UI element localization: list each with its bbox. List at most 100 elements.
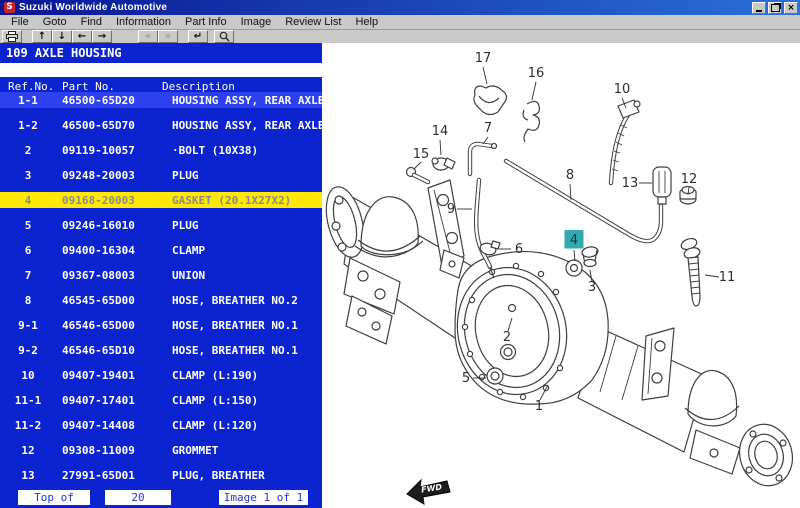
- table-row[interactable]: 9-1 46546-65D00 HOSE, BREATHER NO.1: [0, 317, 322, 333]
- menu-item-image[interactable]: Image: [234, 16, 279, 28]
- table-row[interactable]: 8 46545-65D00 HOSE, BREATHER NO.2: [0, 292, 322, 308]
- cell-part-no: 09248-20003: [62, 169, 172, 182]
- cell-description: CLAMP: [172, 244, 205, 257]
- cell-description: HOUSING ASSY, REAR AXLE: [172, 94, 322, 107]
- zoom-button[interactable]: [214, 30, 234, 43]
- cell-ref-no: 1-2: [0, 119, 56, 132]
- cell-description: GROMMET: [172, 444, 218, 457]
- diagram-callout-11[interactable]: 11: [719, 270, 736, 285]
- prev-page-button[interactable]: «: [138, 30, 158, 43]
- close-button[interactable]: ×: [784, 2, 798, 14]
- cell-part-no: 46545-65D00: [62, 294, 172, 307]
- table-row[interactable]: 12 09308-11009 GROMMET: [0, 442, 322, 458]
- cell-part-no: 09400-16304: [62, 244, 172, 257]
- diagram-callout-16[interactable]: 16: [528, 66, 545, 81]
- menu-item-review-list[interactable]: Review List: [278, 16, 348, 28]
- cell-part-no: 27991-65D01: [62, 469, 172, 482]
- restore-icon: [771, 4, 780, 12]
- column-headers: Ref.No. Part No. Description: [0, 80, 322, 92]
- diagram-callout-9[interactable]: 9: [447, 202, 455, 217]
- cell-ref-no: 8: [0, 294, 56, 307]
- left-arrow-icon: ←: [78, 31, 86, 42]
- app-window: S Suzuki Worldwide Automotive × FileGoto…: [0, 0, 800, 508]
- axle-housing-drawing: FWD: [322, 86, 800, 504]
- down-button[interactable]: ↓: [52, 30, 72, 43]
- table-row[interactable]: 4 09168-20003 GASKET (20.1X27X2): [0, 192, 322, 208]
- up-button[interactable]: ↑: [32, 30, 52, 43]
- diagram-callout-10[interactable]: 10: [614, 82, 631, 97]
- app-logo-icon[interactable]: S: [4, 2, 15, 13]
- cell-description: HOSE, BREATHER NO.1: [172, 344, 298, 357]
- cell-ref-no: 10: [0, 369, 56, 382]
- table-row[interactable]: 1-2 46500-65D70 HOUSING ASSY, REAR AXLE: [0, 117, 322, 133]
- parts-list-panel: 109 AXLE HOUSING Ref.No. Part No. Descri…: [0, 43, 322, 508]
- menu-item-help[interactable]: Help: [348, 16, 385, 28]
- diagram-callout-13[interactable]: 13: [622, 176, 639, 191]
- diagram-callout-3[interactable]: 3: [588, 280, 596, 295]
- enter-button[interactable]: ↵: [188, 30, 208, 43]
- cell-ref-no: 7: [0, 269, 56, 282]
- menu-item-file[interactable]: File: [4, 16, 36, 28]
- restore-button[interactable]: [768, 2, 782, 14]
- status-image-count: Image 1 of 1: [219, 490, 308, 505]
- window-title: Suzuki Worldwide Automotive: [19, 2, 752, 13]
- table-row[interactable]: 11-1 09407-17401 CLAMP (L:150): [0, 392, 322, 408]
- cell-description: HOSE, BREATHER NO.2: [172, 294, 298, 307]
- table-row[interactable]: 11-2 09407-14408 CLAMP (L:120): [0, 417, 322, 433]
- status-position: Top of List: [18, 490, 90, 505]
- table-row[interactable]: 13 27991-65D01 PLUG, BREATHER: [0, 467, 322, 483]
- header-separator: [0, 63, 322, 77]
- table-row[interactable]: 3 09248-20003 PLUG: [0, 167, 322, 183]
- diagram-callout-14[interactable]: 14: [432, 124, 449, 139]
- forward-button[interactable]: →: [92, 30, 112, 43]
- cell-description: CLAMP (L:120): [172, 419, 258, 432]
- table-row[interactable]: 9-2 46546-65D10 HOSE, BREATHER NO.1: [0, 342, 322, 358]
- close-icon: ×: [787, 3, 795, 13]
- print-button[interactable]: [2, 30, 22, 43]
- cell-ref-no: 9-2: [0, 344, 56, 357]
- cell-ref-no: 13: [0, 469, 56, 482]
- diagram-callout-6[interactable]: 6: [515, 242, 523, 257]
- status-bar: Top of List 20 Records Image 1 of 1: [0, 490, 322, 505]
- table-row[interactable]: 2 09119-10057 ·BOLT (10X38): [0, 142, 322, 158]
- table-row[interactable]: 10 09407-19401 CLAMP (L:190): [0, 367, 322, 383]
- diagram-callout-1[interactable]: 1: [535, 399, 543, 414]
- menu-item-part-info[interactable]: Part Info: [178, 16, 234, 28]
- diagram-callout-2[interactable]: 2: [503, 330, 511, 345]
- minimize-button[interactable]: [752, 2, 766, 14]
- menu-item-information[interactable]: Information: [109, 16, 178, 28]
- diagram-callout-7[interactable]: 7: [484, 121, 492, 136]
- cell-description: UNION: [172, 269, 205, 282]
- table-row[interactable]: 6 09400-16304 CLAMP: [0, 242, 322, 258]
- axle-housing-diagram: FWD 1716141579108131264311512: [322, 43, 800, 508]
- menu-item-find[interactable]: Find: [74, 16, 109, 28]
- parts-list-title: 109 AXLE HOUSING: [6, 46, 122, 60]
- minimize-icon: [756, 10, 762, 12]
- table-row[interactable]: 1-1 46500-65D20 HOUSING ASSY, REAR AXLE: [0, 92, 322, 108]
- diagram-callout-17[interactable]: 17: [475, 51, 492, 66]
- cell-part-no: 09168-20003: [62, 194, 172, 207]
- double-chevron-right-icon: »: [165, 31, 171, 42]
- cell-description: PLUG: [172, 169, 199, 182]
- status-records: 20 Records: [105, 490, 171, 505]
- cell-ref-no: 12: [0, 444, 56, 457]
- diagram-callout-5[interactable]: 5: [462, 371, 470, 386]
- menu-item-goto[interactable]: Goto: [36, 16, 74, 28]
- diagram-callout-12[interactable]: 12: [681, 172, 698, 187]
- back-button[interactable]: ←: [72, 30, 92, 43]
- cell-part-no: 46546-65D00: [62, 319, 172, 332]
- printer-icon: [5, 31, 19, 42]
- magnifier-icon: [219, 31, 230, 42]
- table-row[interactable]: 7 09367-08003 UNION: [0, 267, 322, 283]
- cell-description: CLAMP (L:150): [172, 394, 258, 407]
- cell-part-no: 46500-65D70: [62, 119, 172, 132]
- diagram-callout-8[interactable]: 8: [566, 168, 574, 183]
- menu-bar: FileGotoFindInformationPart InfoImageRev…: [0, 15, 800, 30]
- cell-part-no: 09407-14408: [62, 419, 172, 432]
- diagram-callout-15[interactable]: 15: [413, 147, 430, 162]
- next-page-button[interactable]: »: [158, 30, 178, 43]
- diagram-callout-4[interactable]: 4: [570, 233, 578, 248]
- table-row[interactable]: 5 09246-16010 PLUG: [0, 217, 322, 233]
- up-arrow-icon: ↑: [38, 31, 46, 42]
- cell-ref-no: 6: [0, 244, 56, 257]
